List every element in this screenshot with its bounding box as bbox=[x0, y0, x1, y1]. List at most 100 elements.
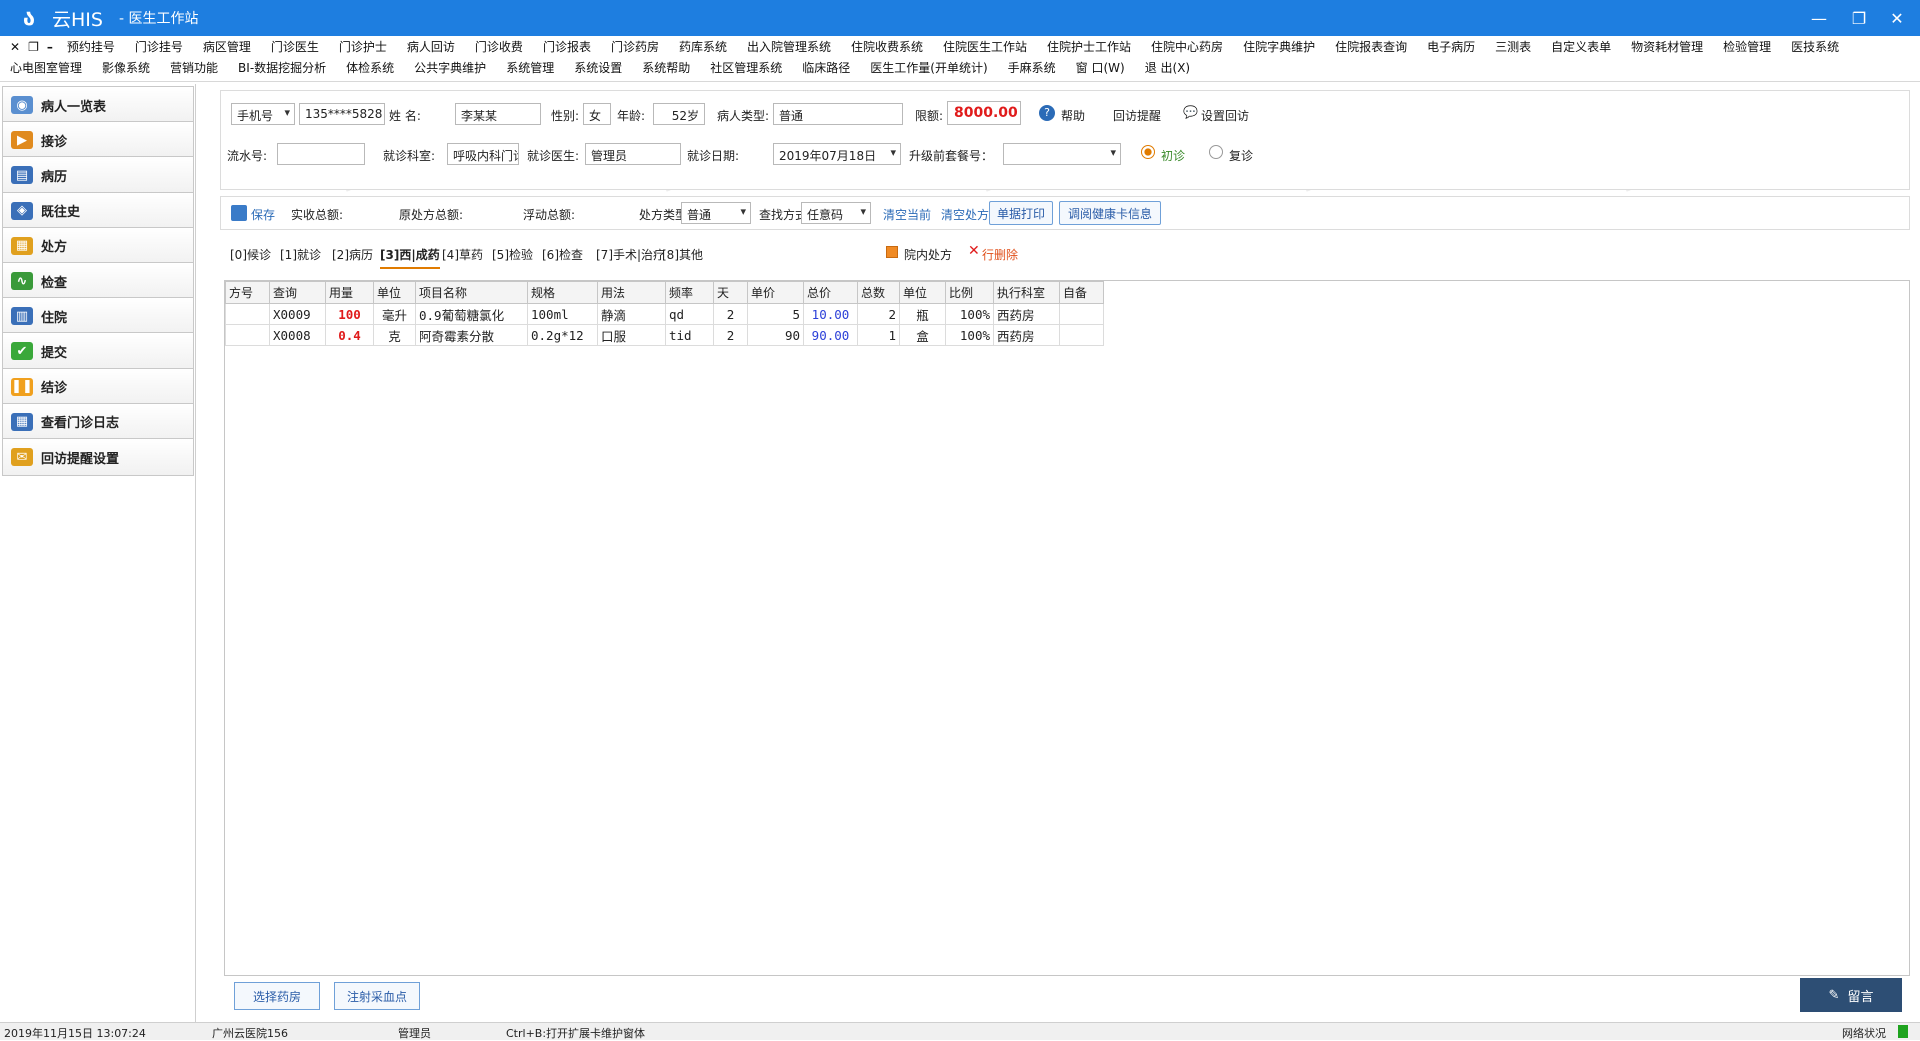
menu-item[interactable]: 电子病历 bbox=[1427, 38, 1475, 55]
menu-item[interactable]: 门诊报表 bbox=[543, 38, 591, 55]
column-header[interactable]: 频率 bbox=[665, 281, 714, 304]
menu-item[interactable]: 社区管理系统 bbox=[710, 59, 782, 76]
sidebar-item[interactable]: ▶ 接诊 bbox=[2, 121, 194, 160]
table-cell[interactable]: 0.4 bbox=[325, 324, 374, 346]
sidebar-item[interactable]: ◈ 既往史 bbox=[2, 191, 194, 230]
table-cell[interactable] bbox=[225, 324, 270, 346]
visit-date-picker[interactable]: 2019年07月18日 bbox=[773, 143, 901, 165]
column-header[interactable]: 用法 bbox=[597, 281, 666, 304]
menu-item[interactable]: 住院报表查询 bbox=[1335, 38, 1407, 55]
sidebar-item[interactable]: ✉ 回访提醒设置 bbox=[2, 438, 194, 476]
menu-item[interactable]: 体检系统 bbox=[346, 59, 394, 76]
sidebar-item[interactable]: ▦ 查看门诊日志 bbox=[2, 402, 194, 441]
close-icon[interactable]: ✕ bbox=[1874, 0, 1920, 36]
table-cell[interactable]: 瓶 bbox=[899, 303, 946, 325]
doctor-field[interactable]: 管理员 bbox=[585, 143, 681, 165]
menu-item[interactable]: 预约挂号 bbox=[67, 38, 115, 55]
menu-item[interactable]: 住院收费系统 bbox=[851, 38, 923, 55]
menu-item[interactable]: 门诊药房 bbox=[611, 38, 659, 55]
package-select[interactable] bbox=[1003, 143, 1121, 165]
table-cell[interactable]: 2 bbox=[713, 324, 748, 346]
gender-field[interactable]: 女 bbox=[583, 103, 611, 125]
column-header[interactable]: 项目名称 bbox=[415, 281, 528, 304]
clear-rx-link[interactable]: 清空处方 bbox=[941, 206, 989, 223]
print-button[interactable]: 单据打印 bbox=[989, 201, 1053, 225]
menu-item[interactable]: BI-数据挖掘分析 bbox=[238, 59, 326, 76]
menu-item[interactable]: 检验管理 bbox=[1723, 38, 1771, 55]
select-pharmacy-button[interactable]: 选择药房 bbox=[234, 982, 320, 1010]
table-cell[interactable]: 5 bbox=[747, 303, 804, 325]
limit-field[interactable]: 8000.00 bbox=[947, 101, 1021, 125]
table-cell[interactable] bbox=[225, 303, 270, 325]
serial-field[interactable] bbox=[277, 143, 365, 165]
save-icon[interactable] bbox=[231, 205, 247, 221]
tab[interactable]: [7]手术|治疗 bbox=[596, 246, 665, 263]
tab[interactable]: [6]检查 bbox=[542, 246, 583, 263]
table-cell[interactable]: 100ml bbox=[527, 303, 598, 325]
delete-row-icon[interactable]: ✕ bbox=[968, 243, 980, 259]
column-header[interactable]: 总数 bbox=[857, 281, 900, 304]
column-header[interactable]: 执行科室 bbox=[993, 281, 1060, 304]
tab[interactable]: [1]就诊 bbox=[280, 246, 321, 263]
restore-doc-icon[interactable]: ❐ bbox=[28, 40, 39, 54]
table-cell[interactable]: X0008 bbox=[269, 324, 326, 346]
menu-item[interactable]: 医技系统 bbox=[1791, 38, 1839, 55]
sidebar-item[interactable]: ▦ 处方 bbox=[2, 226, 194, 265]
minimize-doc-icon[interactable]: – bbox=[47, 40, 53, 54]
in-hospital-rx-checkbox[interactable] bbox=[886, 246, 898, 258]
menu-item[interactable]: 系统帮助 bbox=[642, 59, 690, 76]
menu-item[interactable]: 心电图室管理 bbox=[10, 59, 82, 76]
menu-item[interactable]: 三测表 bbox=[1495, 38, 1531, 55]
sidebar-item[interactable]: ◉ 病人一览表 bbox=[2, 86, 194, 124]
table-cell[interactable]: 盒 bbox=[899, 324, 946, 346]
table-cell[interactable]: 毫升 bbox=[373, 303, 416, 325]
menu-item[interactable]: 出入院管理系统 bbox=[747, 38, 831, 55]
age-field[interactable]: 52岁 bbox=[653, 103, 705, 125]
column-header[interactable]: 规格 bbox=[527, 281, 598, 304]
menu-item[interactable]: 公共字典维护 bbox=[414, 59, 486, 76]
table-cell[interactable]: 0.2g*12 bbox=[527, 324, 598, 346]
table-cell[interactable]: qd bbox=[665, 303, 714, 325]
menu-item[interactable]: 系统设置 bbox=[574, 59, 622, 76]
column-header[interactable]: 方号 bbox=[225, 281, 270, 304]
tab[interactable]: [2]病历 bbox=[332, 246, 373, 263]
table-row[interactable]: X0009 100 毫升 0.9葡萄糖氯化 100ml 静滴 qd 2 5 10.00 2 瓶 100%… bbox=[225, 303, 1104, 325]
table-cell[interactable]: 90 bbox=[747, 324, 804, 346]
table-cell[interactable]: 100% bbox=[945, 324, 994, 346]
menu-item[interactable]: 药库系统 bbox=[679, 38, 727, 55]
column-header[interactable]: 单价 bbox=[747, 281, 804, 304]
name-field[interactable]: 李某某 bbox=[455, 103, 541, 125]
table-cell[interactable]: 0.9葡萄糖氯化 bbox=[415, 303, 528, 325]
table-cell[interactable]: 10.00 bbox=[803, 303, 858, 325]
table-cell[interactable]: 克 bbox=[373, 324, 416, 346]
menu-item[interactable]: 病区管理 bbox=[203, 38, 251, 55]
table-row[interactable]: X0008 0.4 克阿奇霉素分散 0.2g*12 口服 tid 2 90 90.00 1 盒 100… bbox=[225, 324, 1104, 346]
menu-item[interactable]: 住院中心药房 bbox=[1151, 38, 1223, 55]
menu-item[interactable]: 住院医生工作站 bbox=[943, 38, 1027, 55]
injection-point-button[interactable]: 注射采血点 bbox=[334, 982, 420, 1010]
column-header[interactable]: 天 bbox=[713, 281, 748, 304]
clear-current-link[interactable]: 清空当前 bbox=[883, 206, 931, 223]
menu-item[interactable]: 退 出(X) bbox=[1145, 59, 1190, 76]
rx-type-select[interactable]: 普通 bbox=[681, 202, 751, 224]
sidebar-item[interactable]: ∿ 检查 bbox=[2, 262, 194, 300]
menu-item[interactable]: 窗 口(W) bbox=[1076, 59, 1125, 76]
menu-item[interactable]: 住院字典维护 bbox=[1243, 38, 1315, 55]
followup-set-link[interactable]: 设置回访 bbox=[1201, 107, 1249, 124]
sidebar-item[interactable]: ✔ 提交 bbox=[2, 332, 194, 371]
column-header[interactable]: 单位 bbox=[899, 281, 946, 304]
column-header[interactable]: 查询 bbox=[269, 281, 326, 304]
first-visit-radio[interactable] bbox=[1141, 145, 1155, 159]
patient-type-field[interactable]: 普通 bbox=[773, 103, 903, 125]
menu-item[interactable]: 自定义表单 bbox=[1551, 38, 1611, 55]
tab[interactable]: [3]西|成药 bbox=[380, 246, 440, 269]
column-header[interactable]: 自备 bbox=[1059, 281, 1104, 304]
menu-item[interactable]: 病人回访 bbox=[407, 38, 455, 55]
menu-item[interactable]: 营销功能 bbox=[170, 59, 218, 76]
menu-item[interactable]: 门诊收费 bbox=[475, 38, 523, 55]
tab[interactable]: [4]草药 bbox=[442, 246, 483, 263]
table-cell[interactable]: X0009 bbox=[269, 303, 326, 325]
menu-item[interactable]: 手麻系统 bbox=[1008, 59, 1056, 76]
table-cell[interactable]: 2 bbox=[713, 303, 748, 325]
menu-item[interactable]: 医生工作量(开单统计) bbox=[870, 59, 987, 76]
